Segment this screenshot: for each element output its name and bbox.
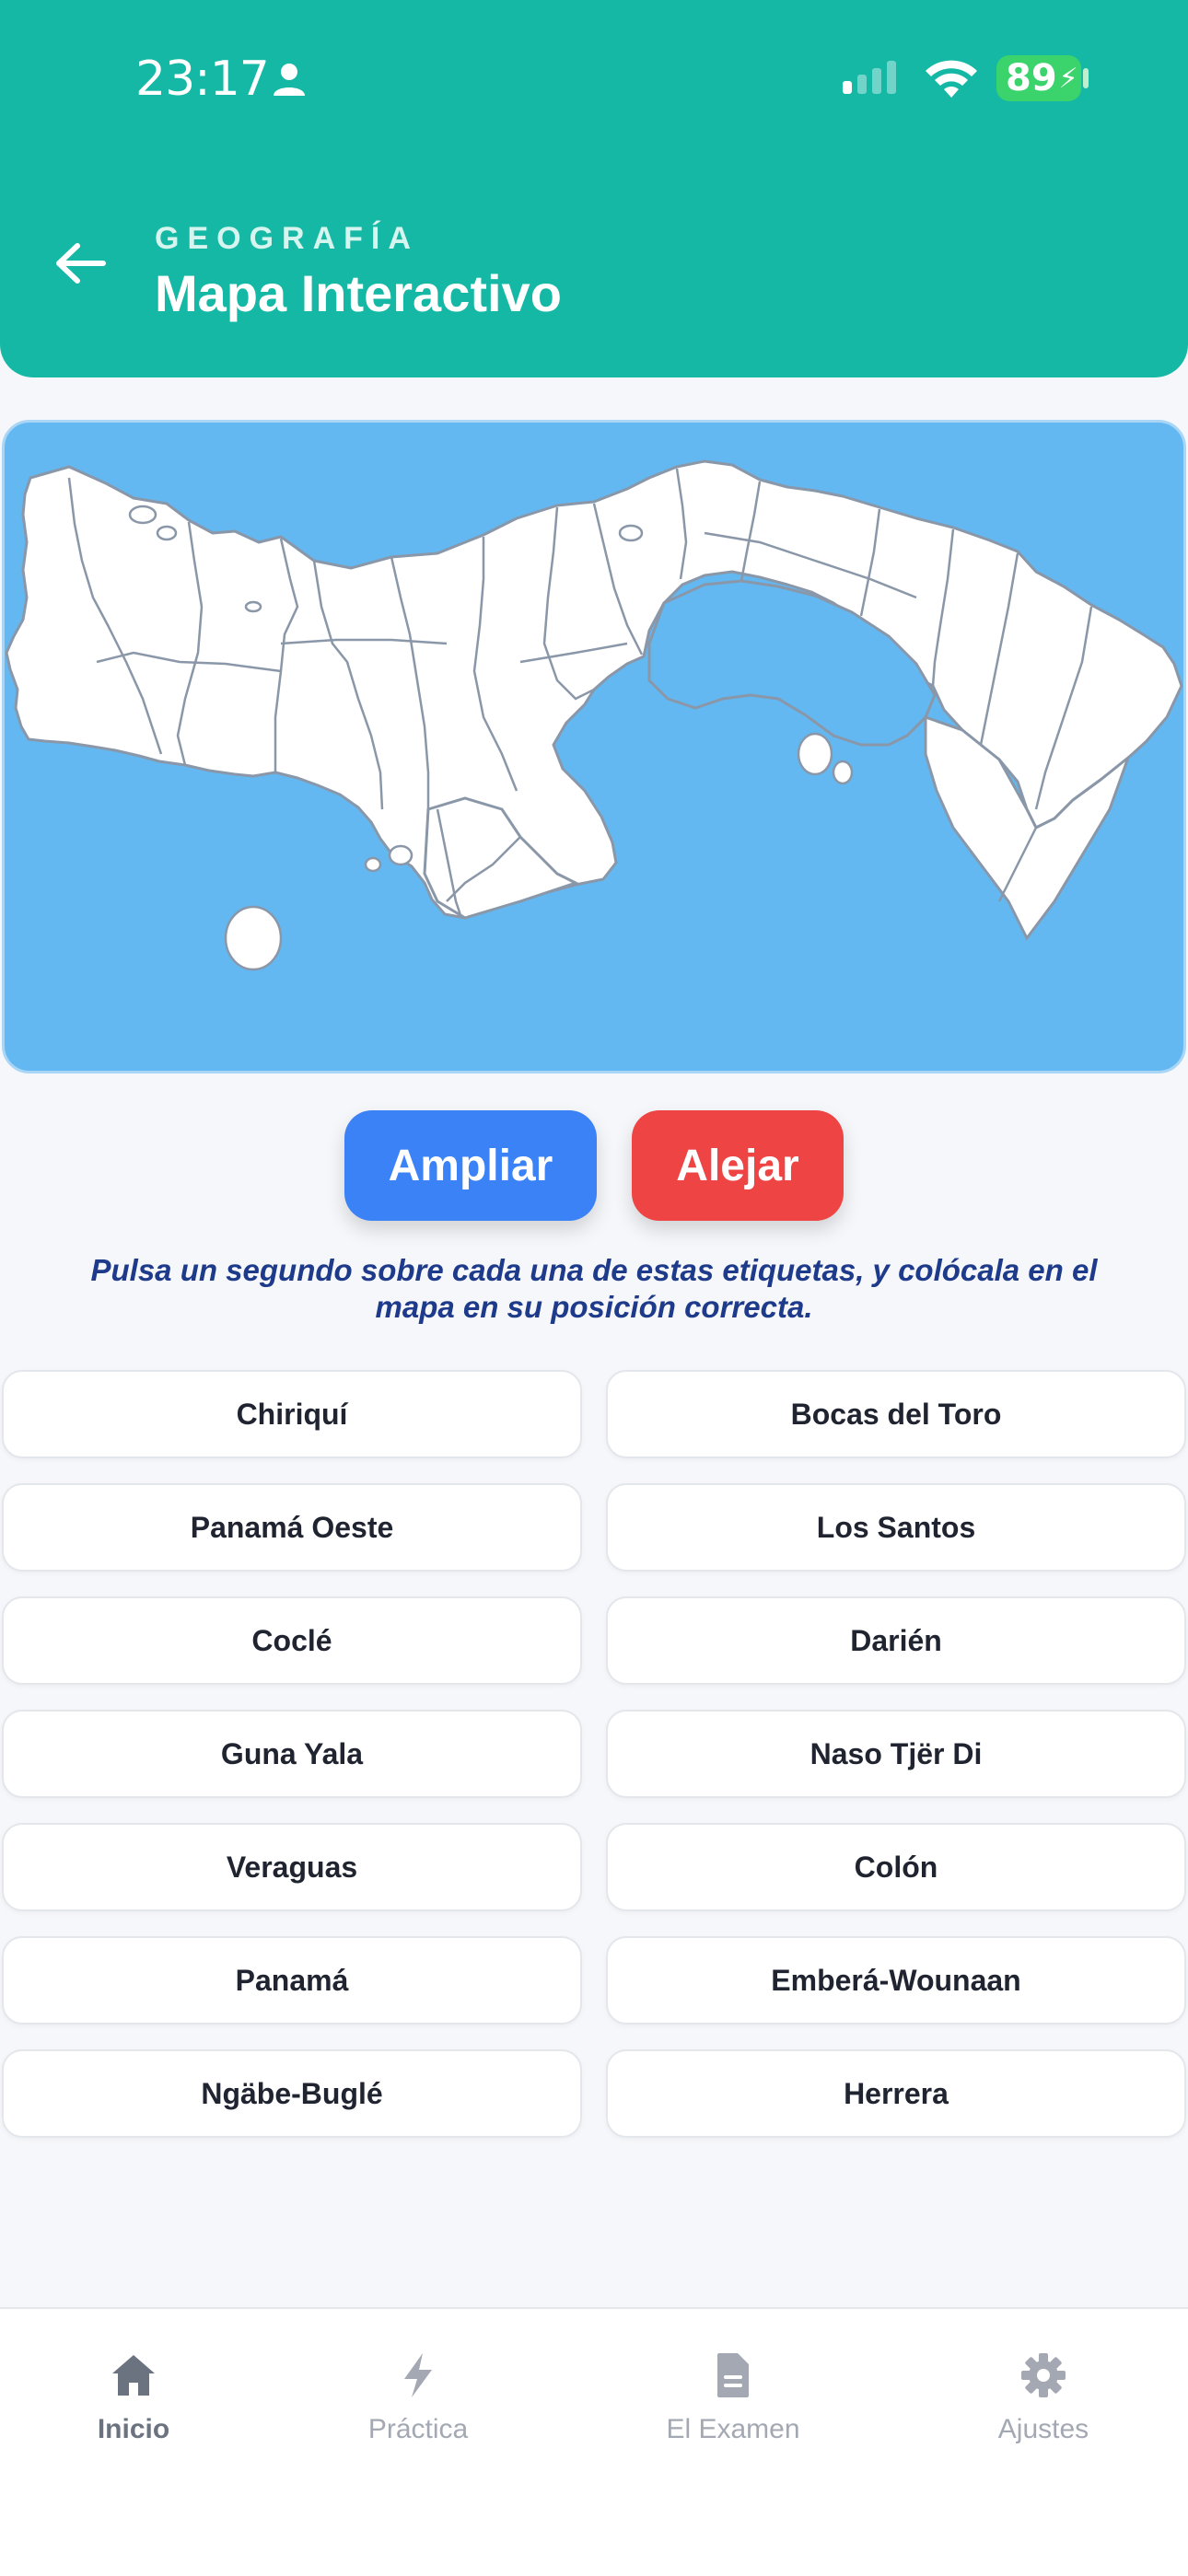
nav-label: Ajustes [997, 2414, 1089, 2444]
label-chip[interactable]: Veraguas [2, 1823, 582, 1911]
label-chip[interactable]: Panamá Oeste [2, 1483, 582, 1572]
bolt-icon [404, 2353, 432, 2397]
label-chip[interactable]: Colón [606, 1823, 1186, 1911]
draggable-labels: Chiriquí Bocas del Toro Panamá Oeste Los… [2, 1370, 1186, 2138]
document-icon [717, 2353, 749, 2397]
label-chip[interactable]: Ngäbe-Buglé [2, 2049, 582, 2138]
nav-label: Inicio [97, 2414, 170, 2444]
label-chip[interactable]: Herrera [606, 2049, 1186, 2138]
nav-item-ajustes[interactable]: Ajustes [942, 2351, 1145, 2445]
status-time: 23:17 [135, 52, 270, 107]
gear-icon [1021, 2353, 1066, 2397]
battery-cap [1083, 68, 1089, 88]
panama-map[interactable] [5, 423, 1186, 1073]
nav-label: Práctica [367, 2414, 469, 2444]
nav-label: El Examen [666, 2414, 800, 2444]
cellular-signal-icon [843, 61, 907, 102]
label-chip[interactable]: Los Santos [606, 1483, 1186, 1572]
back-button[interactable] [55, 241, 107, 290]
nav-item-practica[interactable]: Práctica [317, 2351, 519, 2445]
home-icon [112, 2355, 155, 2396]
label-chip[interactable]: Bocas del Toro [606, 1370, 1186, 1458]
label-chip[interactable]: Darién [606, 1596, 1186, 1685]
subject-label: GEOGRAFÍA [155, 221, 419, 256]
header: 23:17 89 ⚡ GEOGRAFÍA Mapa Interactivo [0, 0, 1188, 377]
label-chip[interactable]: Chiriquí [2, 1370, 582, 1458]
interactive-map[interactable] [2, 420, 1186, 1073]
person-icon [271, 61, 308, 102]
label-chip[interactable]: Panamá [2, 1936, 582, 2025]
zoom-out-button[interactable]: Alejar [632, 1110, 844, 1221]
bottom-nav: Inicio Práctica El Examen Ajustes [0, 2307, 1188, 2576]
battery-indicator: 89 ⚡ [996, 55, 1081, 101]
charging-bolt-icon: ⚡ [1058, 62, 1078, 95]
wifi-icon [924, 59, 979, 104]
arrow-left-icon [56, 243, 106, 284]
page-title: Mapa Interactivo [155, 264, 562, 322]
nav-item-inicio[interactable]: Inicio [32, 2351, 235, 2445]
label-chip[interactable]: Guna Yala [2, 1710, 582, 1798]
nav-item-el-examen[interactable]: El Examen [632, 2351, 834, 2445]
label-chip[interactable]: Naso Tjër Di [606, 1710, 1186, 1798]
zoom-in-button[interactable]: Ampliar [344, 1110, 597, 1221]
instruction-text: Pulsa un segundo sobre cada una de estas… [90, 1253, 1098, 1324]
label-chip[interactable]: Coclé [2, 1596, 582, 1685]
battery-level: 89 [1006, 57, 1057, 99]
label-chip[interactable]: Emberá-Wounaan [606, 1936, 1186, 2025]
